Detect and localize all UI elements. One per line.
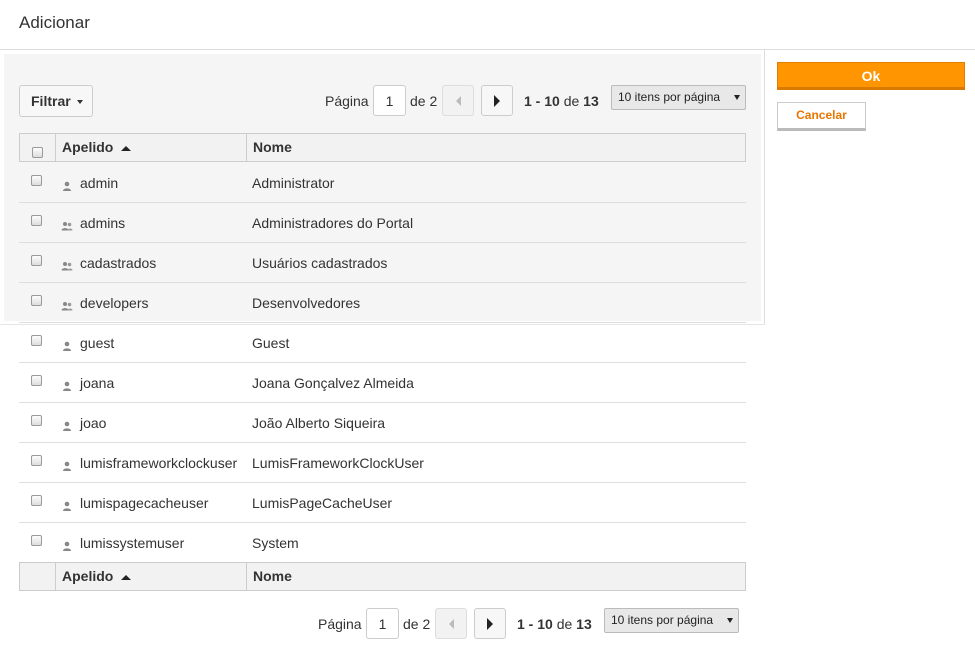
cell-nome: System [252, 535, 299, 551]
user-icon [61, 418, 73, 431]
cell-nome: João Alberto Siqueira [252, 415, 386, 431]
user-icon [61, 378, 73, 391]
user-icon [61, 338, 73, 351]
cell-apelido: lumisframeworkclockuser [80, 455, 238, 471]
table-row[interactable]: guest Guest [19, 323, 746, 363]
page-number-input[interactable] [373, 85, 406, 116]
cell-nome: Usuários cadastrados [252, 255, 388, 271]
filter-label: Filtrar [31, 93, 71, 109]
sidebar-divider [764, 50, 765, 324]
table-row[interactable]: joana Joana Gonçalvez Almeida [19, 363, 746, 403]
cell-apelido: joana [80, 375, 115, 391]
page-size-select[interactable]: 10 itens por página [604, 608, 739, 633]
cell-apelido: developers [80, 295, 149, 311]
table-row[interactable]: cadastrados Usuários cadastrados [19, 243, 746, 283]
arrow-right-icon [494, 94, 500, 107]
group-icon [61, 298, 73, 311]
table-header: Apelido Nome [19, 133, 746, 162]
page-label: Página [325, 93, 369, 109]
chevron-down-icon [734, 95, 740, 100]
row-checkbox[interactable] [31, 295, 42, 306]
prev-page-button[interactable] [435, 608, 467, 639]
page-size-select[interactable]: 10 itens por página [611, 85, 746, 110]
table-row[interactable]: joao João Alberto Siqueira [19, 403, 746, 443]
chevron-down-icon [76, 100, 83, 105]
cell-nome: Joana Gonçalvez Almeida [252, 375, 414, 391]
arrow-left-icon [448, 618, 454, 629]
cell-nome: Administradores do Portal [252, 215, 414, 231]
row-checkbox[interactable] [31, 415, 42, 426]
page-count-label: de 2 [410, 93, 438, 109]
cell-apelido: lumissystemuser [80, 535, 185, 551]
table-row[interactable]: lumisframeworkclockuser LumisFrameworkClo… [19, 443, 746, 483]
table-row[interactable]: developers Desenvolvedores [19, 283, 746, 323]
row-checkbox[interactable] [31, 175, 42, 186]
table-row[interactable]: lumispagecacheuser LumisPageCacheUser [19, 483, 746, 523]
cell-nome: Desenvolvedores [252, 295, 361, 311]
cancel-button[interactable]: Cancelar [777, 102, 866, 131]
table-row[interactable]: admin Administrator [19, 163, 746, 203]
row-checkbox[interactable] [31, 255, 42, 266]
user-icon [61, 178, 73, 191]
cell-apelido: lumispagecacheuser [80, 495, 209, 511]
sort-ascending-icon [121, 146, 131, 151]
column-header-apelido[interactable]: Apelido [62, 139, 113, 155]
cell-apelido: admin [80, 175, 119, 191]
chevron-down-icon [727, 618, 733, 623]
page-number-input[interactable] [366, 608, 399, 639]
cell-apelido: cadastrados [80, 255, 157, 271]
table-row[interactable]: admins Administradores do Portal [19, 203, 746, 243]
filter-dropdown-button[interactable]: Filtrar [19, 85, 93, 117]
row-checkbox[interactable] [31, 495, 42, 506]
sort-ascending-icon [121, 575, 131, 580]
cell-apelido: guest [80, 335, 115, 351]
user-icon [61, 458, 73, 471]
arrow-right-icon [487, 617, 493, 630]
page-count-label: de 2 [403, 616, 431, 632]
user-icon [61, 498, 73, 511]
dialog-title: Adicionar [19, 13, 90, 32]
group-icon [61, 218, 73, 231]
dialog-header: Adicionar [0, 0, 975, 50]
table-footer: Apelido Nome [19, 562, 746, 591]
pagination-bottom: Página de 2 1 - 10 de 13 10 itens por pá… [318, 608, 743, 640]
page-label: Página [318, 616, 362, 632]
cell-apelido: joao [80, 415, 107, 431]
cell-nome: Guest [252, 335, 290, 351]
results-range: 1 - 10 de 13 [517, 616, 592, 632]
next-page-button[interactable] [481, 85, 513, 116]
cell-apelido: admins [80, 215, 126, 231]
select-all-checkbox[interactable] [32, 147, 43, 158]
row-checkbox[interactable] [31, 455, 42, 466]
pagination-top: Página de 2 1 - 10 de 13 10 itens por pá… [325, 85, 746, 117]
ok-button[interactable]: Ok [777, 62, 965, 90]
row-checkbox[interactable] [31, 215, 42, 226]
cell-nome: Administrator [252, 175, 335, 191]
row-checkbox[interactable] [31, 335, 42, 346]
next-page-button[interactable] [474, 608, 506, 639]
cell-nome: LumisPageCacheUser [252, 495, 393, 511]
column-header-nome[interactable]: Nome [253, 139, 292, 155]
row-checkbox[interactable] [31, 535, 42, 546]
column-footer-apelido[interactable]: Apelido [62, 568, 113, 584]
table-row[interactable]: lumissystemuser System [19, 523, 746, 563]
cell-nome: LumisFrameworkClockUser [252, 455, 424, 471]
group-icon [61, 258, 73, 271]
column-footer-nome[interactable]: Nome [253, 568, 292, 584]
results-range: 1 - 10 de 13 [524, 93, 599, 109]
row-checkbox[interactable] [31, 375, 42, 386]
prev-page-button[interactable] [442, 85, 474, 116]
user-icon [61, 538, 73, 551]
arrow-left-icon [455, 95, 461, 106]
